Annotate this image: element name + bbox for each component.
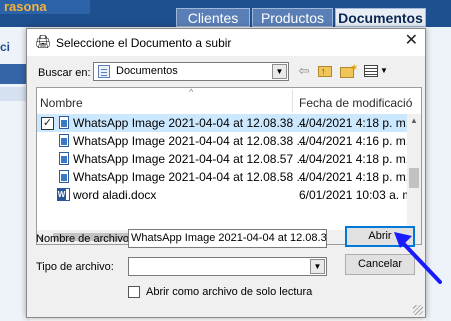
image-file-icon xyxy=(59,116,69,129)
image-file-icon xyxy=(59,170,69,183)
word-document-icon xyxy=(57,188,70,201)
look-in-value: Documentos xyxy=(116,65,178,77)
file-name: word aladi.docx xyxy=(73,188,157,202)
new-folder-icon[interactable]: ✶ xyxy=(339,63,358,79)
file-date: 4/04/2021 4:18 p. m. xyxy=(299,116,410,130)
file-checkbox[interactable]: ✓ xyxy=(41,117,54,130)
file-row[interactable]: WhatsApp Image 2021-04-04 at 12.08.58 ..… xyxy=(37,168,410,186)
file-row[interactable]: WhatsApp Image 2021-04-04 at 12.08.38 ..… xyxy=(37,132,410,150)
look-in-dropdown[interactable]: Documentos ▼ xyxy=(93,62,289,81)
open-file-dialog: 🖨 Seleccione el Documento a subir ✕ Busc… xyxy=(26,28,426,318)
resize-grip-icon[interactable] xyxy=(413,305,423,315)
file-date: 4/04/2021 4:18 p. m. xyxy=(299,152,410,166)
file-date: 4/04/2021 4:18 p. m. xyxy=(299,170,410,184)
tab-productos[interactable]: Productos xyxy=(252,8,333,27)
list-header: ^ Nombre Fecha de modificació xyxy=(37,88,421,114)
file-name-field[interactable]: WhatsApp Image 2021-04-04 at 12.08.38 F xyxy=(128,229,327,248)
look-in-label: Buscar en: xyxy=(38,67,91,79)
read-only-label: Abrir como archivo de solo lectura xyxy=(146,286,313,298)
file-row[interactable]: WhatsApp Image 2021-04-04 at 12.08.57 ..… xyxy=(37,150,410,168)
dialog-title: Seleccione el Documento a subir xyxy=(56,36,232,50)
tab-documentos[interactable]: Documentos xyxy=(335,8,426,27)
file-name: WhatsApp Image 2021-04-04 at 12.08.58 ..… xyxy=(73,170,307,184)
file-date: 4/04/2021 4:16 p. m. xyxy=(299,134,410,148)
annotation-arrow-icon xyxy=(394,232,442,284)
back-arrow-icon[interactable]: ⇦ xyxy=(297,63,311,79)
chevron-down-icon[interactable]: ▼ xyxy=(272,64,287,79)
file-type-dropdown[interactable]: ▼ xyxy=(128,257,327,276)
file-name: WhatsApp Image 2021-04-04 at 12.08.38 ..… xyxy=(73,116,307,130)
image-file-icon xyxy=(59,134,69,147)
file-name-label: Nombre de archivo: xyxy=(36,233,132,245)
background-left-text: ci xyxy=(0,40,11,54)
documents-folder-icon xyxy=(98,65,110,78)
image-file-icon xyxy=(59,152,69,165)
file-type-label: Tipo de archivo: xyxy=(36,261,114,273)
sort-indicator-icon: ^ xyxy=(189,87,194,97)
chevron-down-icon[interactable]: ▼ xyxy=(310,259,325,274)
view-menu-icon[interactable]: ▼ xyxy=(363,63,389,79)
file-name: WhatsApp Image 2021-04-04 at 12.08.38 ..… xyxy=(73,134,307,148)
up-folder-icon[interactable]: ↑ xyxy=(317,63,333,79)
background-app-header: rasona Clientes Productos Documentos xyxy=(0,0,451,27)
file-row[interactable]: ✓ WhatsApp Image 2021-04-04 at 12.08.38 … xyxy=(37,114,410,132)
background-logo: rasona xyxy=(0,0,90,14)
vertical-scroll-thumb[interactable] xyxy=(409,168,419,188)
close-icon[interactable]: ✕ xyxy=(405,32,418,50)
scroll-up-icon[interactable]: ▲ xyxy=(407,114,421,128)
column-header-date[interactable]: Fecha de modificació xyxy=(299,96,412,110)
file-list[interactable]: ^ Nombre Fecha de modificació ✓ WhatsApp… xyxy=(36,87,422,245)
app-scanner-icon: 🖨 xyxy=(35,34,52,49)
read-only-checkbox[interactable] xyxy=(128,286,140,298)
file-date: 6/01/2021 10:03 a. m. xyxy=(299,188,416,202)
vertical-scrollbar[interactable]: ▲ xyxy=(407,114,421,230)
column-header-name[interactable]: Nombre xyxy=(40,96,83,110)
tab-clientes[interactable]: Clientes xyxy=(176,8,250,27)
column-separator[interactable] xyxy=(292,90,293,112)
dialog-titlebar[interactable]: 🖨 Seleccione el Documento a subir ✕ xyxy=(27,29,425,56)
file-name: WhatsApp Image 2021-04-04 at 12.08.57 ..… xyxy=(73,152,307,166)
file-row[interactable]: word aladi.docx 6/01/2021 10:03 a. m. xyxy=(37,186,416,204)
